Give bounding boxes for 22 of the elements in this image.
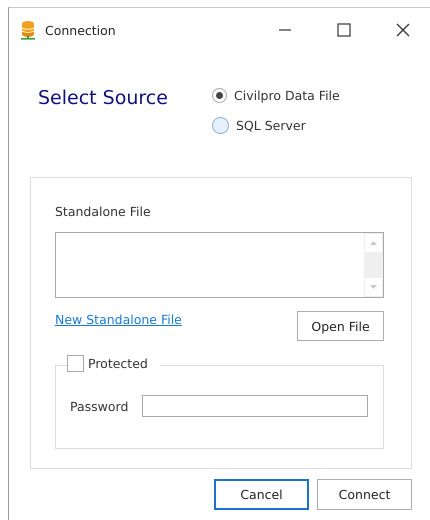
password-label: Password: [70, 398, 128, 414]
window-title: Connection: [45, 22, 116, 38]
maximize-icon[interactable]: [337, 23, 351, 37]
heading: Select Source: [38, 87, 169, 111]
dialog-button[interactable]: Connect: [317, 479, 412, 510]
new-file-link[interactable]: New Standalone File: [55, 312, 182, 327]
radio-button[interactable]: [212, 88, 227, 103]
radio-label: Civilpro Data File: [234, 88, 340, 103]
radio-label: SQL Server: [236, 118, 306, 133]
close-icon[interactable]: [396, 23, 410, 37]
checkbox[interactable]: [67, 355, 84, 372]
database-icon: [19, 20, 37, 40]
checkbox-label: Protected: [88, 356, 148, 371]
dialog-button[interactable]: Cancel: [214, 479, 309, 510]
open-file-button[interactable]: Open File: [297, 311, 384, 341]
radio-button[interactable]: [212, 117, 229, 134]
scroll-down-icon[interactable]: [365, 278, 382, 296]
file-list-field[interactable]: [55, 232, 384, 298]
standalone-label: Standalone File: [55, 204, 152, 219]
scroll-up-icon[interactable]: [365, 234, 382, 252]
password-field[interactable]: [142, 395, 368, 417]
scrollbar[interactable]: [364, 233, 383, 297]
